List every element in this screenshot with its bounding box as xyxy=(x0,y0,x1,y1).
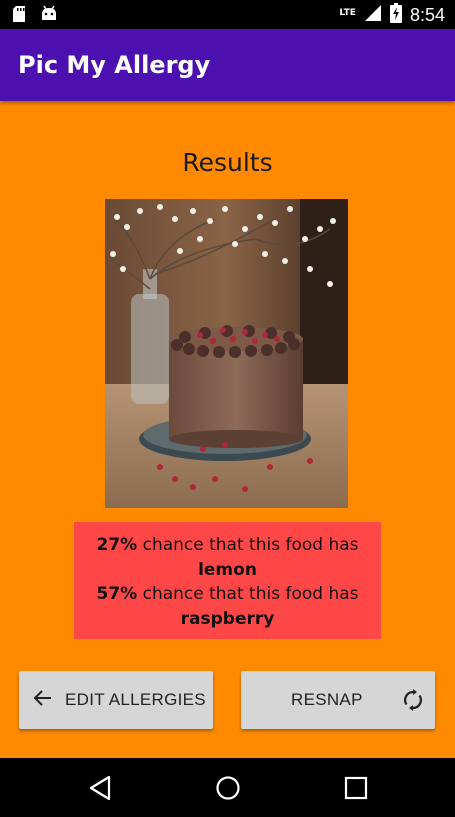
network-type: LTE xyxy=(339,8,356,18)
results-panel: 27% chance that this food has lemon 57% … xyxy=(74,522,381,639)
android-icon xyxy=(40,5,58,27)
recents-icon[interactable] xyxy=(344,775,368,805)
edit-allergies-button[interactable]: EDIT ALLERGIES xyxy=(19,671,213,729)
navigation-bar xyxy=(0,758,455,817)
back-icon[interactable] xyxy=(88,775,112,805)
home-icon[interactable] xyxy=(215,775,241,805)
results-heading: Results xyxy=(182,148,273,177)
sd-card-icon xyxy=(12,5,26,27)
status-bar: LTE 8:54 xyxy=(0,0,455,29)
battery-charging-icon xyxy=(389,3,402,27)
result-text: chance that this food has xyxy=(137,535,359,555)
result-text: chance that this food has xyxy=(137,584,359,604)
resnap-label: RESNAP xyxy=(291,690,363,709)
app-bar: Pic My Allergy xyxy=(0,29,455,101)
resnap-button[interactable]: RESNAP xyxy=(241,671,435,729)
result-percent: 27% xyxy=(96,535,138,555)
edit-allergies-label: EDIT ALLERGIES xyxy=(65,690,206,709)
food-photo xyxy=(105,199,348,508)
refresh-icon xyxy=(401,688,425,717)
result-line: 57% chance that this food has xyxy=(74,582,381,607)
arrow-left-icon xyxy=(33,689,53,712)
signal-icon xyxy=(364,4,382,26)
result-percent: 57% xyxy=(96,584,138,604)
result-ingredient: raspberry xyxy=(180,608,275,629)
result-ingredient: lemon xyxy=(198,559,257,580)
clock: 8:54 xyxy=(409,4,445,25)
result-line: 27% chance that this food has xyxy=(74,533,381,558)
app-title: Pic My Allergy xyxy=(18,51,211,79)
